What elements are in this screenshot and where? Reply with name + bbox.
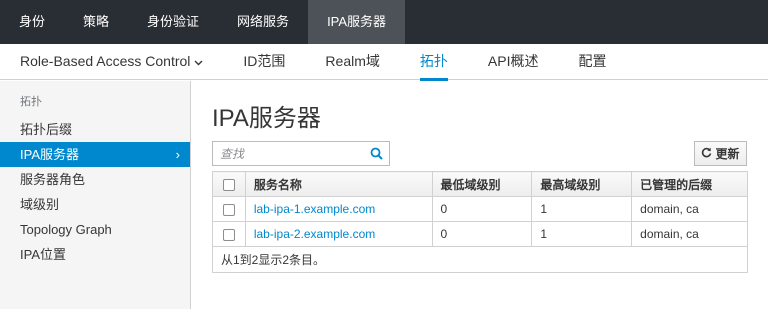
min-level-cell: 0 (431, 196, 533, 222)
min-level-cell: 0 (431, 221, 533, 247)
search-box (212, 141, 390, 166)
row-checkbox[interactable] (222, 203, 235, 216)
subnav-rbac-dropdown[interactable]: Role-Based Access Control (0, 44, 213, 80)
row-select-cell (212, 221, 246, 247)
main-content: IPA服务器 更新 服务名称 最低域级别 最高域级别 已管理的后缀 lab-ip (191, 81, 768, 309)
max-level-cell: 1 (531, 221, 633, 247)
refresh-button[interactable]: 更新 (694, 141, 747, 166)
subnav-topology[interactable]: 拓扑 (410, 44, 458, 81)
server-link[interactable]: lab-ipa-2.example.com (254, 227, 375, 241)
select-all-checkbox[interactable] (222, 178, 235, 191)
subnav-api-browser[interactable]: API概述 (478, 44, 549, 80)
server-name-cell: lab-ipa-1.example.com (244, 196, 433, 222)
server-link[interactable]: lab-ipa-1.example.com (254, 202, 375, 216)
page-title: IPA服务器 (212, 105, 321, 132)
chevron-right-icon: › (175, 147, 180, 162)
subnav-id-ranges[interactable]: ID范围 (233, 44, 295, 80)
tab-network-services[interactable]: 网络服务 (218, 0, 308, 44)
chevron-down-icon (194, 46, 203, 81)
servers-table: 服务名称 最低域级别 最高域级别 已管理的后缀 lab-ipa-1.exampl… (212, 171, 748, 273)
select-all-cell (212, 171, 246, 197)
sidebar-heading: 拓扑 (20, 96, 42, 108)
table-row: lab-ipa-2.example.com 0 1 domain, ca (212, 221, 748, 247)
sidebar-item-domain-level[interactable]: 域级别 (0, 192, 190, 217)
sub-navigation: Role-Based Access Control ID范围 Realm域 拓扑… (0, 44, 768, 81)
suffixes-cell: domain, ca (631, 221, 748, 247)
subnav-rbac-label: Role-Based Access Control (20, 53, 191, 69)
column-header-max-level: 最高域级别 (531, 171, 633, 197)
column-header-name: 服务名称 (244, 171, 433, 197)
sidebar-item-ipa-servers[interactable]: IPA服务器 › (0, 142, 190, 167)
tab-authentication[interactable]: 身份验证 (128, 0, 218, 44)
table-footer: 从1到2显示2条目。 (212, 246, 748, 273)
suffixes-cell: domain, ca (631, 196, 748, 222)
table-header-row: 服务名称 最低域级别 最高域级别 已管理的后缀 (212, 171, 748, 197)
server-name-cell: lab-ipa-2.example.com (244, 221, 433, 247)
table-row: lab-ipa-1.example.com 0 1 domain, ca (212, 196, 748, 222)
table-footer-row: 从1到2显示2条目。 (212, 246, 748, 273)
column-header-min-level: 最低域级别 (431, 171, 533, 197)
subnav-realm-domains[interactable]: Realm域 (315, 44, 389, 80)
sidebar-item-topology-suffixes[interactable]: 拓扑后缀 (0, 117, 190, 142)
sidebar-item-ipa-locations[interactable]: IPA位置 (0, 242, 190, 267)
refresh-label: 更新 (715, 147, 740, 161)
top-navigation: 身份 策略 身份验证 网络服务 IPA服务器 (0, 0, 768, 44)
sidebar-item-topology-graph[interactable]: Topology Graph (0, 217, 190, 242)
column-header-managed-suffixes: 已管理的后缀 (631, 171, 748, 197)
search-icon[interactable] (370, 147, 383, 160)
subnav-configuration[interactable]: 配置 (568, 44, 616, 80)
tab-policy[interactable]: 策略 (64, 0, 128, 44)
sidebar-item-label: IPA服务器 (20, 147, 79, 162)
max-level-cell: 1 (531, 196, 633, 222)
sidebar: 拓扑 拓扑后缀 IPA服务器 › 服务器角色 域级别 Topology Grap… (0, 81, 191, 309)
search-input[interactable] (213, 142, 363, 165)
sidebar-item-server-roles[interactable]: 服务器角色 (0, 167, 190, 192)
tab-identity[interactable]: 身份 (0, 0, 64, 44)
tab-ipa-server[interactable]: IPA服务器 (308, 0, 406, 44)
row-select-cell (212, 196, 246, 222)
row-checkbox[interactable] (222, 228, 235, 241)
refresh-icon (701, 147, 712, 161)
